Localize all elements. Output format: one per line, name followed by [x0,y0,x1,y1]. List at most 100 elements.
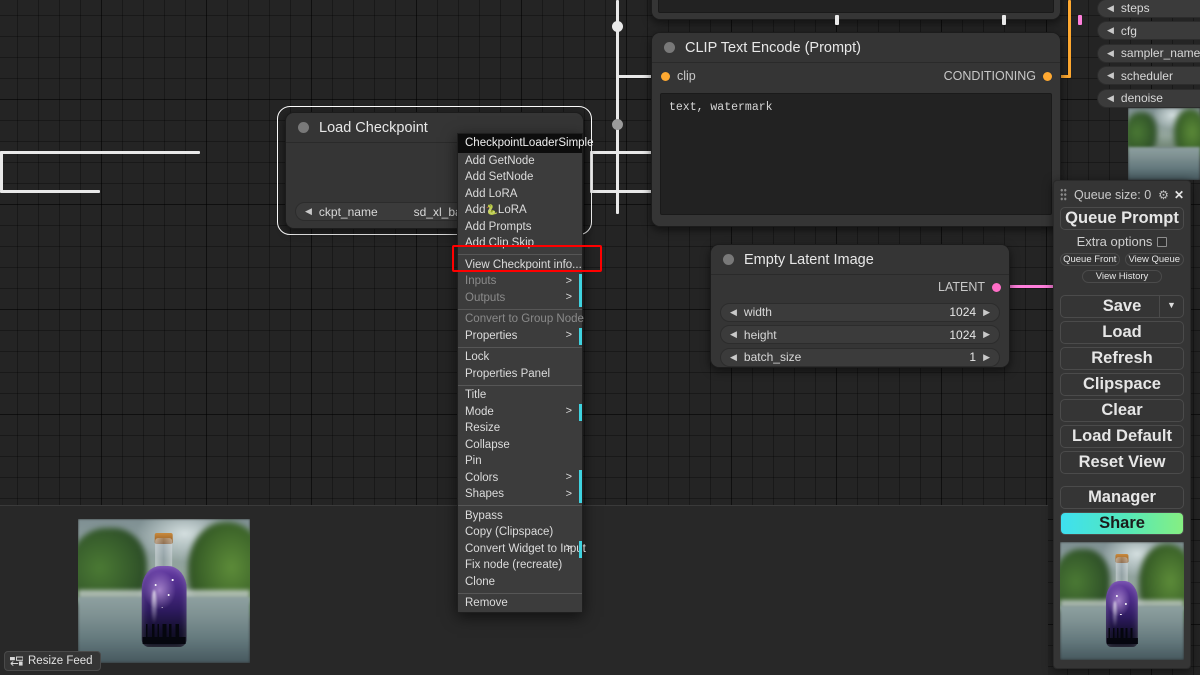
load-default-button[interactable]: Load Default [1060,425,1184,448]
widget-value[interactable]: 1024 [949,328,976,342]
node-preview-image[interactable] [1128,108,1200,180]
refresh-button[interactable]: Refresh [1060,347,1184,370]
clipspace-button[interactable]: Clipspace [1060,373,1184,396]
submenu-indicator [579,273,582,290]
output-port-latent[interactable] [992,282,1001,292]
decrement-arrow-icon[interactable]: ◀ [1107,71,1114,80]
node-clip-text-encode[interactable]: CLIP Text Encode (Prompt) clip CONDITION… [651,32,1061,227]
menu-panel-thumbnail[interactable] [1060,542,1184,660]
queue-prompt-button[interactable]: Queue Prompt [1060,207,1184,230]
context-menu-item-properties[interactable]: Properties > [458,328,582,345]
queue-front-button[interactable]: Queue Front [1060,253,1120,266]
manager-button[interactable]: Manager [1060,486,1184,509]
save-button[interactable]: Save ▼ [1060,295,1184,318]
chevron-down-icon[interactable]: ▼ [1159,296,1183,317]
input-port-clip[interactable] [661,71,670,81]
node-empty-latent-image[interactable]: Empty Latent Image LATENT ◀ width 1024 ▶… [710,244,1010,368]
decrement-arrow-icon[interactable]: ◀ [1107,26,1114,35]
widget-height[interactable]: ◀ height 1024 ▶ [720,325,1000,344]
reset-view-button[interactable]: Reset View [1060,451,1184,474]
drag-handle-icon[interactable] [1060,188,1067,201]
node-partial-top[interactable] [651,0,1061,20]
context-menu-separator [458,505,582,506]
comfy-menu-panel[interactable]: Queue size: 0 ⚙ ✕ Queue Prompt Extra opt… [1053,180,1191,669]
widget-label: sampler_name [1120,46,1200,60]
widget-label: ckpt_name [318,204,378,219]
share-button[interactable]: Share [1060,512,1184,535]
decrement-arrow-icon[interactable]: ◀ [730,330,737,339]
context-menu-item-clone[interactable]: Clone [458,574,582,591]
menu-panel-header[interactable]: Queue size: 0 ⚙ ✕ [1060,185,1184,204]
context-menu-item-add-getnode[interactable]: Add GetNode [458,153,582,170]
widget-denoise[interactable]: ◀ denoise [1097,88,1200,108]
submenu-chevron-icon: > [565,471,572,483]
close-icon[interactable]: ✕ [1174,188,1184,202]
context-menu-item-add-setnode[interactable]: Add SetNode [458,170,582,187]
node-collapse-icon[interactable] [298,122,309,133]
node-ksampler-partial[interactable]: ◀ steps ◀ cfg ◀ sampler_name ◀ scheduler… [1097,0,1200,111]
increment-arrow-icon[interactable]: ▶ [983,307,990,317]
context-menu-item-label: Lock [465,351,490,364]
decrement-arrow-icon[interactable]: ◀ [1107,3,1114,13]
context-menu-item-bypass[interactable]: Bypass [458,508,582,525]
node-title-bar[interactable]: CLIP Text Encode (Prompt) [652,33,1060,63]
decrement-arrow-icon[interactable]: ◀ [1107,48,1114,58]
output-port-conditioning[interactable] [1043,71,1052,81]
node-collapse-icon[interactable] [664,42,675,53]
decrement-arrow-icon[interactable]: ◀ [730,307,737,317]
widget-value[interactable]: 1024 [949,305,976,319]
context-menu-item-label: Add LoRA [465,187,518,200]
context-menu-item-add-prompts[interactable]: Add Prompts [458,219,582,236]
context-menu-item-title[interactable]: Title [458,388,582,405]
context-menu-item-fix-node-recreate[interactable]: Fix node (recreate) [458,558,582,575]
link-reroute-dot[interactable] [612,119,623,130]
context-menu-item-view-checkpoint-info[interactable]: View Checkpoint info... [458,257,582,274]
decrement-arrow-icon[interactable]: ◀ [1107,93,1114,103]
submenu-chevron-icon: > [565,329,572,341]
feed-thumbnail[interactable] [78,519,250,663]
context-menu-item-mode[interactable]: Mode > [458,404,582,421]
widget-sampler-name[interactable]: ◀ sampler_name [1097,43,1200,63]
resize-feed-button[interactable]: Resize Feed [4,651,101,671]
context-menu-item-collapse[interactable]: Collapse [458,437,582,454]
context-menu-item-label: Mode [465,405,494,418]
prompt-textarea[interactable]: text, watermark [660,93,1052,215]
context-menu-item-remove[interactable]: Remove [458,596,582,613]
context-menu-item-add-lora[interactable]: Add 🐍 LoRA [458,203,582,220]
context-menu-item-copy-clipspace[interactable]: Copy (Clipspace) [458,525,582,542]
context-menu-item-add-clip-skip[interactable]: Add Clip Skip [458,236,582,253]
gear-icon[interactable]: ⚙ [1158,188,1169,202]
increment-arrow-icon[interactable]: ▶ [983,330,990,339]
context-menu-item-add-lora[interactable]: Add LoRA [458,186,582,203]
widget-value[interactable]: 1 [969,350,976,364]
context-menu-item-colors[interactable]: Colors > [458,470,582,487]
context-menu-item-pin[interactable]: Pin [458,454,582,471]
node-title-bar[interactable]: Empty Latent Image [711,245,1009,275]
node-context-menu[interactable]: CheckpointLoaderSimple Add GetNode Add Se… [457,133,594,613]
widget-batch-size[interactable]: ◀ batch_size 1 ▶ [720,347,1000,367]
context-menu-item-convert-widget-to-input[interactable]: Convert Widget to Input > [458,541,586,558]
widget-cfg[interactable]: ◀ cfg [1097,21,1200,40]
link-wire [590,151,593,191]
view-queue-button[interactable]: View Queue [1124,253,1184,266]
decrement-arrow-icon[interactable]: ◀ [730,352,737,362]
view-history-button[interactable]: View History [1082,270,1162,283]
widget-steps[interactable]: ◀ steps [1097,0,1200,18]
load-button[interactable]: Load [1060,321,1184,344]
prev-checkpoint-arrow-icon[interactable]: ◀ [305,207,312,216]
extra-options-row[interactable]: Extra options [1060,234,1184,249]
extra-options-checkbox[interactable] [1157,236,1168,247]
context-menu-item-properties-panel[interactable]: Properties Panel [458,366,582,383]
increment-arrow-icon[interactable]: ▶ [983,352,990,362]
node-title: CLIP Text Encode (Prompt) [685,39,861,56]
clear-button[interactable]: Clear [1060,399,1184,422]
node-text-area[interactable] [658,0,1054,13]
widget-width[interactable]: ◀ width 1024 ▶ [720,302,1000,322]
context-menu-item-shapes[interactable]: Shapes > [458,486,582,503]
link-reroute-dot[interactable] [612,21,623,32]
extra-options-label: Extra options [1076,234,1153,249]
widget-scheduler[interactable]: ◀ scheduler [1097,66,1200,85]
node-collapse-icon[interactable] [723,254,734,265]
context-menu-item-lock[interactable]: Lock [458,350,582,367]
context-menu-item-resize[interactable]: Resize [458,421,582,438]
